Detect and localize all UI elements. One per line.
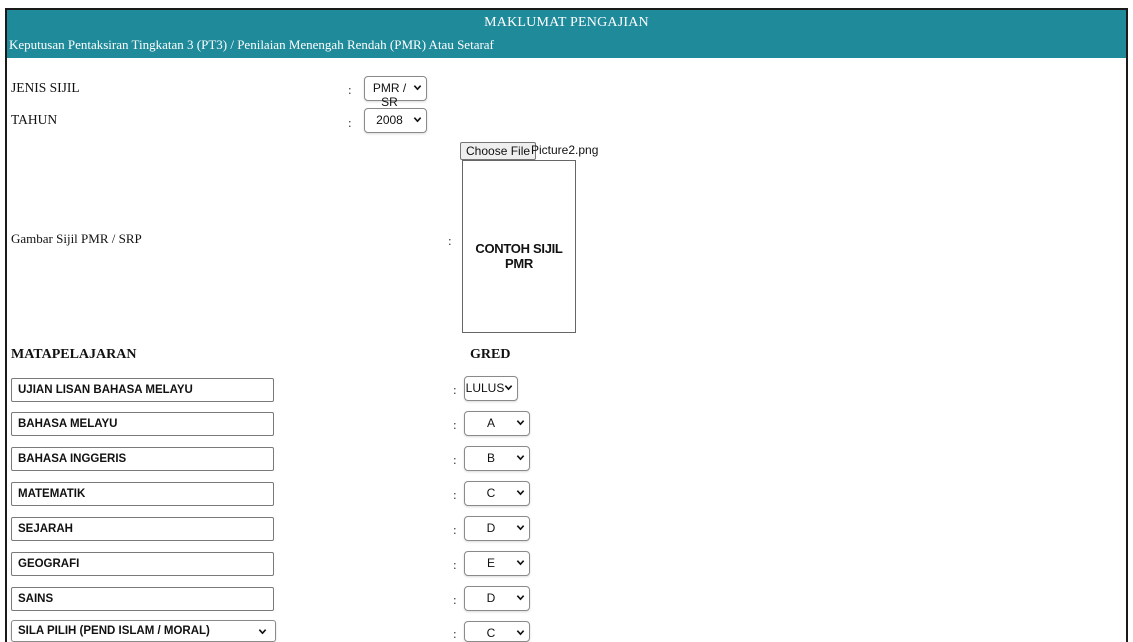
colon: : — [453, 452, 457, 467]
tahun-label: TAHUN — [11, 112, 58, 127]
grade-value: C — [486, 626, 496, 640]
colon: : — [348, 115, 352, 130]
preview-text: CONTOH SIJIL PMR — [475, 241, 563, 271]
grade-value: C — [486, 486, 496, 500]
subject-input[interactable]: GEOGRAFI — [11, 552, 274, 576]
choose-file-button[interactable]: Choose File — [460, 142, 537, 160]
colon: : — [348, 82, 352, 97]
colon: : — [453, 557, 457, 572]
grade-select[interactable]: C — [464, 481, 530, 506]
chevron-down-icon — [258, 629, 267, 635]
chevron-down-icon — [413, 117, 422, 123]
jenis-sijil-select[interactable]: PMR / SR — [364, 76, 427, 109]
grade-value: LULUS — [465, 381, 505, 395]
section-subtitle: Keputusan Pentaksiran Tingkatan 3 (PT3) … — [9, 37, 494, 52]
section-title: MAKLUMAT PENGAJIAN — [484, 15, 649, 30]
grade-select[interactable]: E — [464, 551, 530, 576]
grade-select[interactable]: D — [464, 586, 530, 611]
colon: : — [448, 233, 452, 248]
grade-select[interactable]: A — [464, 411, 530, 436]
certificate-preview-image: CONTOH SIJIL PMR — [462, 160, 576, 333]
section-header: MAKLUMAT PENGAJIAN Keputusan Pentaksiran… — [7, 10, 1126, 58]
grade-select[interactable]: LULUS — [464, 376, 518, 401]
subject-input[interactable]: BAHASA MELAYU — [11, 412, 274, 436]
colon: : — [453, 592, 457, 607]
chevron-down-icon — [516, 455, 525, 461]
chevron-down-icon — [413, 85, 422, 91]
file-name-text: Picture2.png — [531, 143, 599, 157]
colon: : — [453, 382, 457, 397]
colon: : — [453, 626, 457, 641]
subject-select-value: SILA PILIH (PEND ISLAM / MORAL) — [18, 625, 210, 637]
jenis-sijil-label: JENIS SIJIL — [11, 80, 80, 95]
grade-column-header: GRED — [470, 347, 511, 362]
tahun-select[interactable]: 2008 — [364, 108, 427, 133]
tahun-value: 2008 — [376, 113, 403, 127]
colon: : — [453, 417, 457, 432]
subject-input[interactable]: MATEMATIK — [11, 482, 274, 506]
chevron-down-icon — [516, 595, 525, 601]
colon: : — [453, 522, 457, 537]
chevron-down-icon — [516, 490, 525, 496]
subject-column-header: MATAPELAJARAN — [11, 347, 137, 362]
chevron-down-icon — [504, 385, 513, 391]
subject-select[interactable]: SILA PILIH (PEND ISLAM / MORAL) — [11, 620, 276, 642]
grade-value: D — [486, 591, 496, 605]
subject-input[interactable]: SEJARAH — [11, 517, 274, 541]
chevron-down-icon — [516, 560, 525, 566]
grade-select[interactable]: C — [464, 621, 530, 642]
grade-select[interactable]: B — [464, 446, 530, 471]
subject-input[interactable]: SAINS — [11, 587, 274, 611]
subject-input[interactable]: UJIAN LISAN BAHASA MELAYU — [11, 378, 274, 402]
grade-value: D — [486, 521, 496, 535]
subject-input[interactable]: BAHASA INGGERIS — [11, 447, 274, 471]
grade-value: A — [486, 416, 495, 430]
grade-select[interactable]: D — [464, 516, 530, 541]
chevron-down-icon — [516, 420, 525, 426]
chevron-down-icon — [516, 630, 525, 636]
gambar-sijil-label: Gambar Sijil PMR / SRP — [11, 231, 142, 246]
grade-value: E — [486, 556, 495, 570]
jenis-sijil-value: PMR / SR — [372, 81, 407, 109]
grade-value: B — [486, 451, 495, 465]
colon: : — [453, 487, 457, 502]
chevron-down-icon — [516, 525, 525, 531]
